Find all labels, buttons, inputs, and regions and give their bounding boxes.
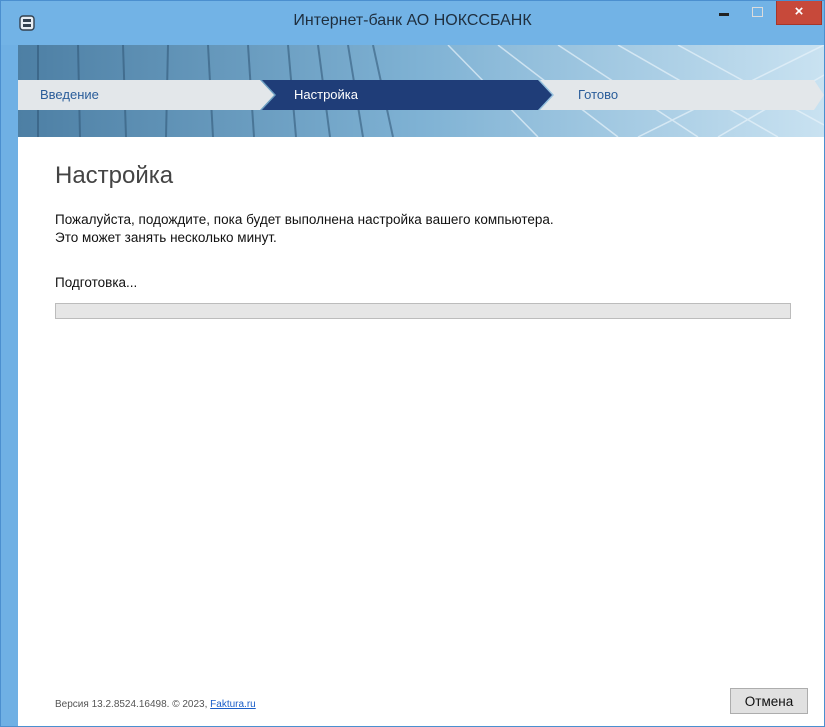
window-title: Интернет-банк АО НОКССБАНК	[293, 12, 532, 29]
installer-window: Интернет-банк АО НОКССБАНК × Введение На…	[0, 0, 825, 727]
title-bar[interactable]: Интернет-банк АО НОКССБАНК ×	[1, 1, 824, 45]
banner-background	[18, 45, 824, 137]
maximize-button[interactable]	[743, 1, 773, 27]
client-area: Введение Настройка Готово Настройка Пожа…	[18, 45, 824, 726]
minimize-button[interactable]	[709, 1, 739, 27]
version-text: Версия 13.2.8524.16498. © 2023,	[55, 699, 211, 710]
step-done: Готово	[578, 87, 619, 102]
cancel-button[interactable]: Отмена	[730, 688, 808, 714]
faktura-link[interactable]: Faktura.ru	[210, 699, 256, 710]
page-title: Настройка	[55, 162, 174, 189]
description-line-2: Это может занять несколько минут.	[55, 230, 277, 245]
step-setup-active: Настройка	[294, 87, 358, 102]
description: Пожалуйста, подождите, пока будет выполн…	[55, 211, 554, 247]
minimize-icon	[719, 13, 729, 16]
maximize-icon	[752, 7, 763, 17]
version-info: Версия 13.2.8524.16498. © 2023, Faktura.…	[55, 699, 256, 710]
wizard-banner: Введение Настройка Готово	[18, 45, 824, 137]
step-introduction: Введение	[40, 87, 99, 102]
description-line-1: Пожалуйста, подождите, пока будет выполн…	[55, 212, 554, 227]
close-icon: ×	[794, 3, 804, 20]
status-text: Подготовка...	[55, 275, 138, 290]
progress-bar	[55, 303, 791, 319]
close-button[interactable]: ×	[776, 1, 822, 25]
